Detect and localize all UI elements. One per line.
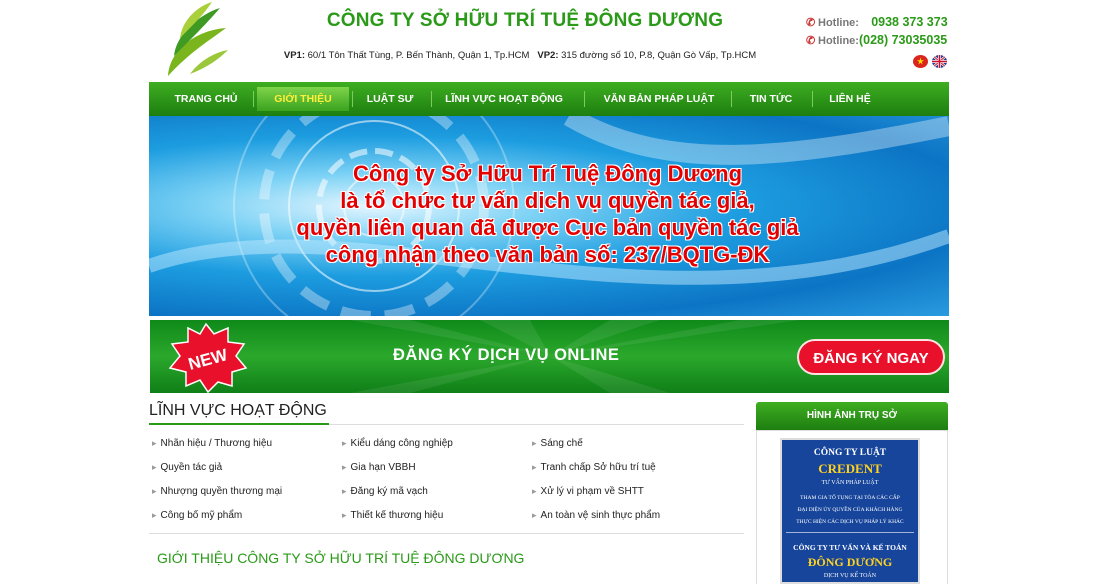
phone-icon: ✆ [806, 17, 816, 29]
phone-icon: ✆ [806, 35, 816, 47]
hotline-1-label: Hotline: [818, 17, 859, 29]
practice-area-link[interactable]: Xử lý vi phạm về SHTT [532, 486, 644, 497]
sign-line: ĐÔNG DƯƠNG [807, 555, 893, 569]
sign-divider [786, 532, 914, 533]
section-divider [149, 533, 744, 534]
intro-title[interactable]: GIỚI THIỆU CÔNG TY SỞ HỮU TRÍ TUỆ ĐÔNG D… [157, 550, 524, 566]
sign-line: THỰC HIỆN CÁC DỊCH VỤ PHÁP LÝ KHÁC [796, 519, 904, 525]
sign-line: CÔNG TY TƯ VẤN VÀ KẾ TOÁN [793, 543, 907, 552]
banner-line-1: Công ty Sở Hữu Trí Tuệ Đông Dương [352, 161, 743, 186]
office-addresses: VP1: 60/1 Tôn Thất Tùng, P. Bến Thành, Q… [240, 50, 800, 61]
practice-area-link[interactable]: An toàn vệ sinh thực phẩm [532, 510, 661, 521]
new-badge: NEW [168, 322, 248, 393]
vp1-label: VP1: [283, 50, 305, 61]
nav-item-contact[interactable]: LIÊN HỆ [819, 82, 881, 116]
online-registration-label: ĐĂNG KÝ DỊCH VỤ ONLINE [393, 346, 620, 364]
nav-item-news[interactable]: TIN TỨC [739, 82, 803, 116]
practice-area-link[interactable]: Gia hạn VBBH [342, 462, 416, 473]
sign-line: TƯ VẤN PHÁP LUẬT [821, 480, 879, 486]
vp2-address: 315 đường số 10, P.8, Quận Gò Vấp, Tp.HC… [561, 50, 757, 61]
practice-area-link[interactable]: Nhượng quyền thương mại [152, 486, 283, 497]
office-signboard-photo[interactable]: CÔNG TY LUẬT CREDENT TƯ VẤN PHÁP LUẬT TH… [780, 438, 920, 584]
nav-divider [731, 91, 732, 107]
hotline-2[interactable]: ✆ Hotline:(028) 73035035 [806, 33, 947, 47]
nav-item-about[interactable]: GIỚI THIỆU [257, 87, 349, 111]
hotline-2-number[interactable]: (028) 73035035 [859, 33, 947, 47]
practice-area-link[interactable]: Đăng ký mã vạch [342, 486, 428, 497]
nav-divider [431, 91, 432, 107]
practice-area-link[interactable]: Nhãn hiệu / Thương hiệu [152, 438, 272, 449]
main-navigation: TRANG CHỦ GIỚI THIỆU LUẬT SƯ LĨNH VỰC HO… [149, 82, 949, 116]
banner-headline: Công ty Sở Hữu Trí Tuệ Đông Dương là tổ … [0, 160, 1095, 268]
sign-line: CREDENT [818, 461, 882, 476]
nav-item-home[interactable]: TRANG CHỦ [163, 82, 249, 116]
vp1-address: 60/1 Tôn Thất Tùng, P. Bến Thành, Quận 1… [307, 50, 530, 61]
nav-divider [352, 91, 353, 107]
hotline-2-label: Hotline: [818, 35, 859, 47]
hotline-1-number[interactable]: 0938 373 373 [871, 15, 947, 29]
nav-item-legal-documents[interactable]: VĂN BẢN PHÁP LUẬT [595, 82, 723, 116]
practice-area-link[interactable]: Quyền tác giả [152, 462, 223, 473]
company-name: CÔNG TY SỞ HỮU TRÍ TUỆ ĐÔNG DƯƠNG [326, 10, 724, 31]
practice-area-link[interactable]: Công bố mỹ phẩm [152, 510, 243, 521]
vietnamese-flag-icon[interactable] [913, 55, 928, 68]
vp2-label: VP2: [537, 50, 559, 61]
nav-divider [253, 91, 254, 107]
nav-divider [812, 91, 813, 107]
sidebar-office-photo-title: HÌNH ẢNH TRỤ SỞ [756, 402, 948, 430]
nav-divider [584, 91, 585, 107]
practice-area-link[interactable]: Kiểu dáng công nghiệp [342, 438, 453, 449]
practice-area-link[interactable]: Sáng chế [532, 438, 583, 449]
sign-line: ĐẠI DIỆN ỦY QUYỀN CỦA KHÁCH HÀNG [797, 507, 903, 513]
register-now-button[interactable]: ĐĂNG KÝ NGAY [797, 339, 945, 375]
nav-item-lawyers[interactable]: LUẬT SƯ [355, 82, 425, 116]
banner-line-2: là tổ chức tư vấn dịch vụ quyền tác giả, [340, 188, 755, 213]
banner-line-3: quyền liên quan đã được Cục bản quyền tá… [296, 215, 799, 240]
practice-area-link[interactable]: Tranh chấp Sở hữu trí tuệ [532, 462, 656, 473]
nav-item-practice-areas[interactable]: LĨNH VỰC HOẠT ĐỘNG [439, 82, 569, 116]
company-logo[interactable] [160, 0, 230, 80]
sign-line: THAM GIA TỐ TỤNG TẠI TÒA CÁC CẤP [800, 495, 900, 501]
banner-line-4: công nhận theo văn bản số: 237/BQTG-ĐK [325, 242, 770, 267]
practice-areas-title: LĨNH VỰC HOẠT ĐỘNG [149, 402, 327, 419]
practice-area-link[interactable]: Thiết kế thương hiệu [342, 510, 444, 521]
hotline-1[interactable]: ✆ Hotline: 0938 373 373 [806, 15, 948, 29]
sign-line: CÔNG TY LUẬT [813, 448, 887, 458]
english-flag-icon[interactable] [932, 55, 947, 68]
title-underline [149, 423, 329, 425]
sign-line: DỊCH VỤ KẾ TOÁN [823, 573, 877, 579]
